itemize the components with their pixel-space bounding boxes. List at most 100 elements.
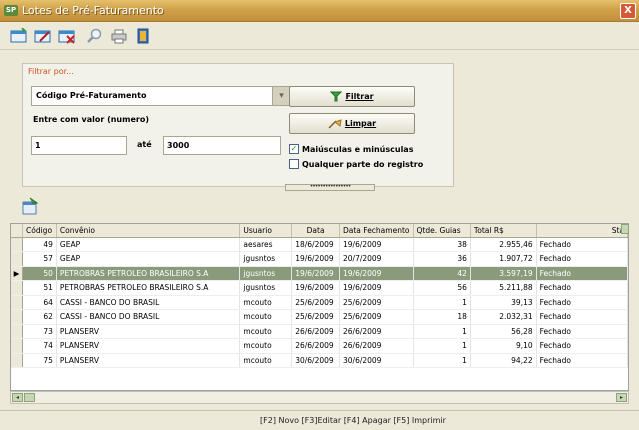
cell-fechamento: 19/6/2009 bbox=[339, 280, 414, 296]
panel-splitter[interactable]: •••••••••••••••• bbox=[285, 184, 375, 191]
cell-status: Fechado bbox=[536, 237, 628, 252]
cell-data: 26/6/2009 bbox=[291, 324, 340, 339]
column-header-convenio[interactable]: Convênio bbox=[56, 224, 241, 238]
cell-status: Fechado bbox=[536, 266, 628, 281]
app-icon: SP bbox=[4, 5, 18, 16]
column-header-total[interactable]: Total R$ bbox=[470, 224, 537, 238]
filter-field-select[interactable]: Código Pré-Faturamento ▾ bbox=[31, 86, 291, 106]
row-indicator bbox=[11, 280, 23, 296]
to-label: até bbox=[137, 140, 152, 149]
cell-data: 19/6/2009 bbox=[291, 251, 340, 267]
from-value-input[interactable]: 1 bbox=[31, 136, 127, 155]
cell-total: 94,22 bbox=[470, 353, 537, 368]
table-row-selected[interactable]: ▶ 50 PETROBRAS PETROLEO BRASILEIRO S.A jgus… bbox=[11, 266, 628, 281]
cell-fechamento: 19/6/2009 bbox=[339, 266, 414, 281]
cell-usuario: mcouto bbox=[239, 295, 293, 310]
scroll-right-icon[interactable]: ▸ bbox=[616, 393, 627, 402]
table-row[interactable]: 49 GEAP aesares 18/6/2009 19/6/2009 38 2.955,4… bbox=[11, 237, 628, 252]
table-row[interactable]: 75 PLANSERV mcouto 30/6/2009 30/6/2009 1 94,22… bbox=[11, 353, 628, 368]
column-header-status[interactable]: Sta bbox=[536, 224, 628, 238]
cell-data: 19/6/2009 bbox=[291, 280, 340, 296]
cell-status: Fechado bbox=[536, 324, 628, 339]
cell-total: 3.597,19 bbox=[470, 266, 537, 281]
cell-codigo: 74 bbox=[22, 338, 57, 354]
search-button[interactable] bbox=[84, 26, 106, 46]
cell-codigo: 73 bbox=[22, 324, 57, 339]
chevron-down-icon[interactable]: ▾ bbox=[272, 87, 290, 105]
cell-status: Fechado bbox=[536, 353, 628, 368]
cell-total: 2.032,31 bbox=[470, 309, 537, 325]
filter-button[interactable]: Filtrar bbox=[289, 86, 415, 107]
cell-guias: 56 bbox=[413, 280, 471, 296]
print-button[interactable] bbox=[108, 26, 130, 46]
column-header-data[interactable]: Data bbox=[291, 224, 340, 238]
checkbox-empty-icon[interactable] bbox=[289, 159, 299, 169]
vertical-scrollbar[interactable] bbox=[621, 224, 629, 234]
cell-usuario: aesares bbox=[239, 237, 293, 252]
table-row[interactable]: 57 GEAP jgusntos 19/6/2009 20/7/2009 36 1.907,… bbox=[11, 251, 628, 267]
close-button[interactable]: X bbox=[620, 3, 636, 19]
cell-convenio: CASSI - BANCO DO BRASIL bbox=[56, 295, 241, 310]
column-header-qtde-guias[interactable]: Qtde. Guias bbox=[413, 224, 471, 238]
window-title: Lotes de Pré-Faturamento bbox=[22, 4, 164, 17]
cell-guias: 18 bbox=[413, 309, 471, 325]
column-header-usuario[interactable]: Usuario bbox=[239, 224, 293, 238]
row-indicator bbox=[11, 251, 23, 267]
current-row-pointer-icon: ▶ bbox=[11, 266, 23, 281]
filter-field-value: Código Pré-Faturamento bbox=[36, 91, 147, 100]
cell-codigo: 57 bbox=[22, 251, 57, 267]
shortcut-hints: [F2] Novo [F3]Editar [F4] Apagar [F5] Im… bbox=[260, 416, 446, 425]
to-value-input[interactable]: 3000 bbox=[163, 136, 281, 155]
cell-status: Fechado bbox=[536, 251, 628, 267]
cell-guias: 1 bbox=[413, 353, 471, 368]
case-sensitive-checkbox[interactable]: ✓ Maiúsculas e minúsculas bbox=[289, 144, 413, 154]
table-row[interactable]: 64 CASSI - BANCO DO BRASIL mcouto 25/6/2009… bbox=[11, 295, 628, 310]
new-button[interactable] bbox=[8, 26, 30, 46]
table-row[interactable]: 73 PLANSERV mcouto 26/6/2009 26/6/2009 1 56,28… bbox=[11, 324, 628, 339]
row-indicator bbox=[11, 353, 23, 368]
cell-usuario: mcouto bbox=[239, 309, 293, 325]
horizontal-scrollbar[interactable]: ◂ ▸ bbox=[10, 391, 629, 404]
cell-guias: 1 bbox=[413, 295, 471, 310]
cell-total: 5.211,88 bbox=[470, 280, 537, 296]
table-row[interactable]: 51 PETROBRAS PETROLEO BRASILEIRO S.A jgusn… bbox=[11, 280, 628, 296]
column-header-codigo[interactable]: Código bbox=[22, 224, 57, 238]
cell-status: Fechado bbox=[536, 280, 628, 296]
cell-usuario: jgusntos bbox=[239, 280, 293, 296]
edit-button[interactable] bbox=[32, 26, 54, 46]
cell-usuario: mcouto bbox=[239, 324, 293, 339]
cell-usuario: mcouto bbox=[239, 353, 293, 368]
table-row[interactable]: 74 PLANSERV mcouto 26/6/2009 26/6/2009 1 9,10 F… bbox=[11, 338, 628, 354]
exit-button[interactable] bbox=[132, 26, 154, 46]
funnel-icon bbox=[330, 91, 343, 102]
cell-usuario: jgusntos bbox=[239, 266, 293, 281]
cell-codigo: 64 bbox=[22, 295, 57, 310]
any-part-checkbox[interactable]: Qualquer parte do registro bbox=[289, 159, 423, 169]
cell-codigo: 49 bbox=[22, 237, 57, 252]
cell-convenio: CASSI - BANCO DO BRASIL bbox=[56, 309, 241, 325]
cell-data: 25/6/2009 bbox=[291, 309, 340, 325]
cell-fechamento: 26/6/2009 bbox=[339, 338, 414, 354]
checkbox-checked-icon[interactable]: ✓ bbox=[289, 144, 299, 154]
cell-codigo: 75 bbox=[22, 353, 57, 368]
cell-data: 26/6/2009 bbox=[291, 338, 340, 354]
cell-total: 39,13 bbox=[470, 295, 537, 310]
cell-fechamento: 20/7/2009 bbox=[339, 251, 414, 267]
cell-convenio: PETROBRAS PETROLEO BRASILEIRO S.A bbox=[56, 280, 241, 296]
toolbar bbox=[0, 22, 639, 50]
export-icon[interactable] bbox=[22, 197, 40, 215]
delete-button[interactable] bbox=[56, 26, 78, 46]
row-indicator bbox=[11, 324, 23, 339]
cell-convenio: PLANSERV bbox=[56, 353, 241, 368]
scroll-thumb[interactable] bbox=[24, 393, 35, 402]
broom-icon bbox=[328, 119, 342, 129]
clear-button[interactable]: Limpar bbox=[289, 113, 415, 134]
scroll-left-icon[interactable]: ◂ bbox=[12, 393, 23, 402]
column-header-data-fechamento[interactable]: Data Fechamento bbox=[339, 224, 414, 238]
cell-usuario: jgusntos bbox=[239, 251, 293, 267]
cell-status: Fechado bbox=[536, 295, 628, 310]
cell-total: 1.907,72 bbox=[470, 251, 537, 267]
row-indicator-header bbox=[11, 224, 23, 238]
table-row[interactable]: 62 CASSI - BANCO DO BRASIL mcouto 25/6/2009… bbox=[11, 309, 628, 325]
cell-data: 19/6/2009 bbox=[291, 266, 340, 281]
